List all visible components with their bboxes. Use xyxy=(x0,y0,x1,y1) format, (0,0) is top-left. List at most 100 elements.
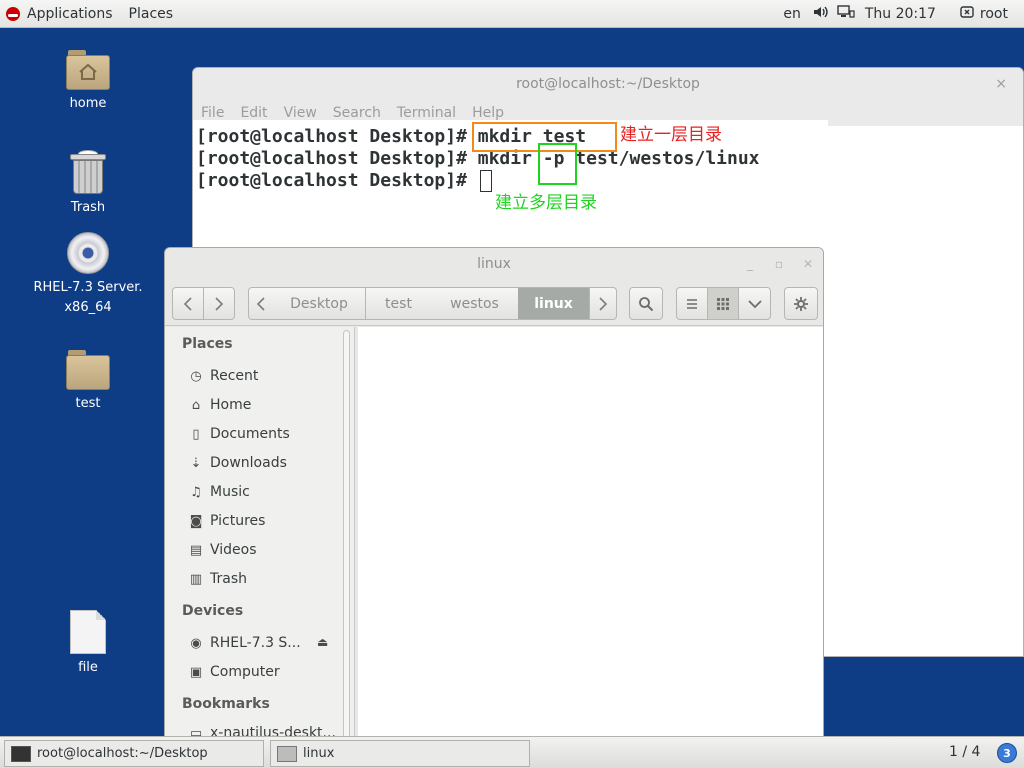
desktop-icon-label: Trash xyxy=(70,200,106,215)
grid-view-button[interactable] xyxy=(707,287,739,320)
folder-icon xyxy=(66,350,110,390)
taskbar-item-terminal[interactable]: root@localhost:~/Desktop xyxy=(4,740,264,767)
bottom-taskbar: root@localhost:~/Desktop linux 1 / 4 3 xyxy=(0,736,1024,768)
chevron-down-icon xyxy=(747,299,762,308)
terminal-line: [root@localhost Desktop]# xyxy=(196,170,492,192)
desktop-icon-label: test xyxy=(75,396,101,411)
clock-icon: ◷ xyxy=(190,368,202,384)
terminal-titlebar[interactable]: root@localhost:~/Desktop × xyxy=(193,68,1023,100)
redhat-logo-icon xyxy=(6,6,20,21)
file-manager-icon xyxy=(277,745,297,762)
notification-badge[interactable]: 3 xyxy=(997,743,1017,763)
sidebar-header-bookmarks: Bookmarks xyxy=(182,696,270,712)
desktop-icon-home[interactable]: home xyxy=(28,50,148,114)
back-button[interactable] xyxy=(172,287,204,320)
document-icon: ▯ xyxy=(192,426,200,442)
search-icon xyxy=(639,296,654,311)
file-manager-toolbar: Desktop test westos linux xyxy=(165,280,823,326)
minimize-icon[interactable]: _ xyxy=(747,248,753,280)
download-icon: ⇣ xyxy=(190,455,202,471)
annotation-box-green xyxy=(538,143,577,185)
chevron-right-icon xyxy=(215,296,224,311)
close-icon[interactable]: ✕ xyxy=(803,248,813,280)
breadcrumb-scroll-left[interactable] xyxy=(248,287,274,320)
list-icon xyxy=(687,298,697,309)
sidebar-item-home[interactable]: ⌂ Home xyxy=(189,397,251,413)
chevron-right-icon xyxy=(599,296,608,311)
settings-button[interactable] xyxy=(784,287,818,320)
breadcrumb-scroll-right[interactable] xyxy=(589,287,617,320)
terminal-icon xyxy=(11,745,31,762)
list-view-button[interactable] xyxy=(676,287,708,320)
places-menu[interactable]: Places xyxy=(129,0,174,28)
user-menu[interactable]: root xyxy=(960,5,1008,23)
home-icon: ⌂ xyxy=(191,397,201,413)
places-label: Places xyxy=(128,5,174,22)
file-manager-window[interactable]: linux _ ▫ ✕ Desktop test westos linux Pl… xyxy=(164,247,824,737)
view-options-button[interactable] xyxy=(738,287,771,320)
menu-terminal[interactable]: Terminal xyxy=(397,105,456,121)
file-manager-titlebar[interactable]: linux _ ▫ ✕ xyxy=(165,248,823,280)
sidebar-item-downloads[interactable]: ⇣ Downloads xyxy=(189,455,287,471)
file-icon xyxy=(70,610,106,654)
clock[interactable]: Thu 20:17 xyxy=(865,6,936,22)
camera-icon: ◙ xyxy=(189,513,203,529)
sidebar-item-documents[interactable]: ▯ Documents xyxy=(189,426,289,442)
desktop-icon-test[interactable]: test xyxy=(28,350,148,414)
sidebar-header-places: Places xyxy=(182,336,233,352)
file-manager-sidebar: Places ◷ Recent ⌂ Home ▯ Documents ⇣ Downloa… xyxy=(165,327,355,736)
sidebar-item-trash[interactable]: ▥ Trash xyxy=(189,571,247,587)
sidebar-item-pictures[interactable]: ◙ Pictures xyxy=(189,513,266,529)
breadcrumb-test[interactable]: test xyxy=(366,287,432,320)
music-icon: ♫ xyxy=(190,484,202,500)
sidebar-header-devices: Devices xyxy=(182,603,244,619)
close-icon[interactable]: × xyxy=(995,68,1007,100)
menu-search[interactable]: Search xyxy=(333,105,381,121)
annotation-text-multi-level: 建立多层目录 xyxy=(495,193,597,213)
desktop-icon-label: file xyxy=(78,660,98,675)
sidebar-item-computer[interactable]: ▣ Computer xyxy=(189,664,280,680)
file-manager-title: linux xyxy=(477,256,511,272)
desktop-icon-rhel-disc[interactable]: RHEL-7.3 Server. x86_64 xyxy=(28,232,148,318)
breadcrumb-desktop[interactable]: Desktop xyxy=(273,287,366,320)
sidebar-item-videos[interactable]: ▤ Videos xyxy=(189,542,257,558)
menu-file[interactable]: File xyxy=(201,105,224,121)
desktop-icon-trash[interactable]: Trash xyxy=(28,150,148,218)
maximize-icon[interactable]: ▫ xyxy=(775,248,783,280)
desktop-icon-label: RHEL-7.3 Server. x86_64 xyxy=(33,280,143,315)
top-bar: Applications Places en Thu 20:17 root xyxy=(0,0,1024,28)
chevron-left-icon xyxy=(256,296,265,311)
trash-icon xyxy=(70,150,106,194)
terminal-title: root@localhost:~/Desktop xyxy=(516,76,700,92)
language-indicator[interactable]: en xyxy=(783,6,801,22)
applications-menu[interactable]: Applications xyxy=(0,0,113,28)
breadcrumb-linux[interactable]: linux xyxy=(518,287,590,320)
sidebar-scrollbar[interactable] xyxy=(343,330,350,736)
desktop-icon-label: home xyxy=(69,96,107,111)
user-label: root xyxy=(979,6,1008,22)
desktop-icon-file[interactable]: file xyxy=(28,610,148,678)
computer-icon: ▣ xyxy=(189,664,203,680)
film-icon: ▤ xyxy=(189,542,203,558)
network-icon[interactable] xyxy=(837,5,855,23)
workspace-indicator[interactable]: 1 / 4 xyxy=(949,744,980,760)
terminal-cursor xyxy=(479,170,492,192)
trash-icon: ▥ xyxy=(189,571,203,587)
sidebar-item-rhel-disc[interactable]: ◉ RHEL-7.3 S... xyxy=(189,635,300,651)
sidebar-item-music[interactable]: ♫ Music xyxy=(189,484,250,500)
home-folder-icon xyxy=(66,50,110,90)
power-icon xyxy=(960,5,974,23)
file-view-area[interactable] xyxy=(358,327,823,736)
menu-edit[interactable]: Edit xyxy=(240,105,267,121)
menu-help[interactable]: Help xyxy=(472,105,504,121)
taskbar-item-file-manager[interactable]: linux xyxy=(270,740,530,767)
volume-icon[interactable] xyxy=(813,5,829,23)
sidebar-item-recent[interactable]: ◷ Recent xyxy=(189,368,258,384)
chevron-left-icon xyxy=(183,296,192,311)
menu-view[interactable]: View xyxy=(284,105,317,121)
search-button[interactable] xyxy=(629,287,663,320)
forward-button[interactable] xyxy=(203,287,235,320)
breadcrumb-westos[interactable]: westos xyxy=(431,287,519,320)
optical-disc-icon xyxy=(67,232,109,274)
eject-icon[interactable]: ⏏ xyxy=(317,635,328,649)
